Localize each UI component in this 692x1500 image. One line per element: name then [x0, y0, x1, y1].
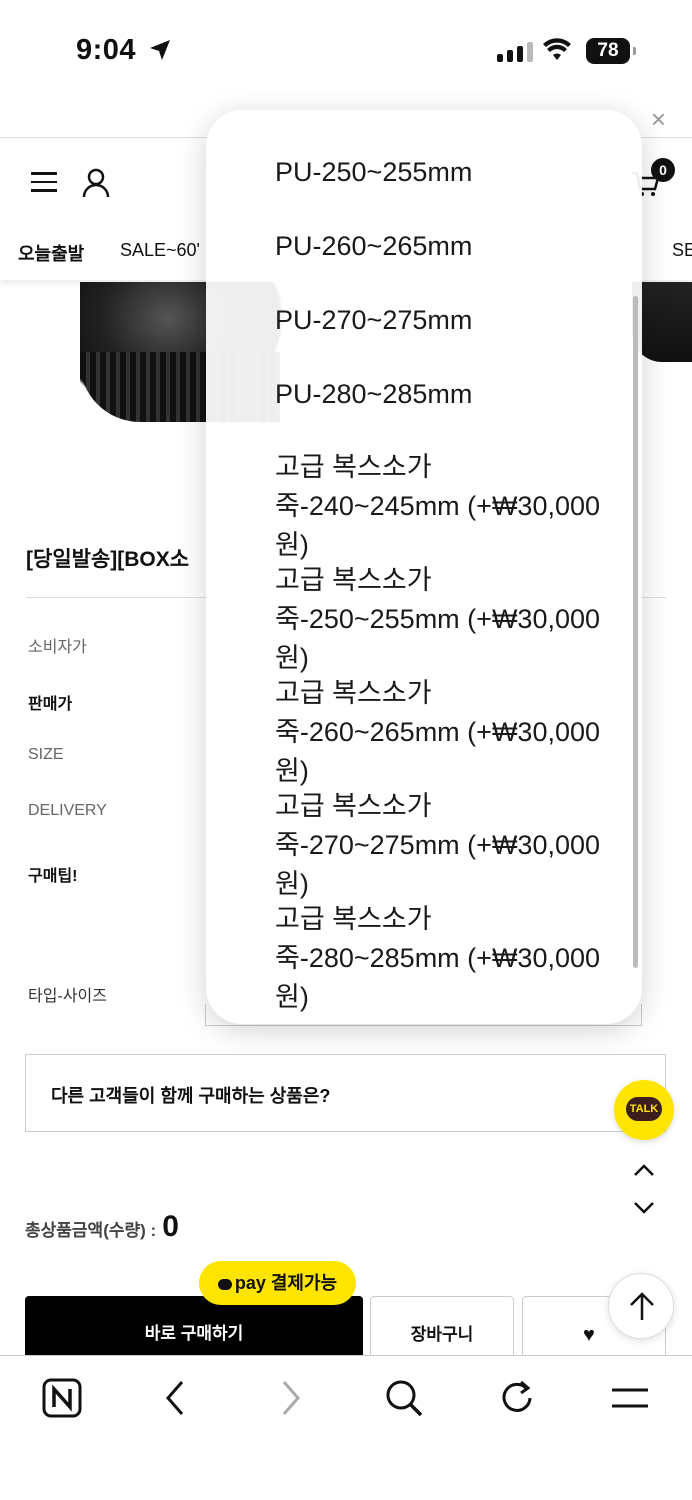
total-amount: 총상품금액(수량) : 0	[25, 1210, 179, 1244]
arrow-up-icon	[630, 1292, 654, 1320]
browser-toolbar	[0, 1355, 692, 1500]
option-item[interactable]: PU-260~265mm	[206, 210, 642, 284]
size-option-dropdown: PU-240~245mm PU-250~255mm PU-260~265mm P…	[206, 110, 642, 1024]
recommend-box[interactable]: 다른 고객들이 함께 구매하는 상품은?	[25, 1054, 666, 1132]
location-arrow-icon	[150, 40, 170, 60]
search-icon[interactable]	[384, 1378, 424, 1418]
nav-item-more[interactable]: SE	[672, 240, 692, 261]
option-item[interactable]: 고급 복스소가죽-280~285mm (+₩30,000원)	[206, 884, 642, 1012]
option-item[interactable]: PU-240~245mm	[206, 110, 642, 136]
option-item[interactable]: 고급 복스소가죽-250~255mm (+₩30,000원)	[206, 545, 642, 673]
battery-indicator: 78	[586, 38, 636, 64]
sale-price-label: 판매가	[28, 696, 73, 713]
wifi-icon	[543, 38, 571, 60]
chevron-down-icon[interactable]	[632, 1200, 656, 1216]
option-item[interactable]: 고급 복스소가죽-240~245mm (+₩30,000원)	[206, 432, 642, 560]
menu-lines-icon[interactable]	[610, 1378, 650, 1418]
option-item[interactable]: PU-270~275mm	[206, 284, 642, 358]
hamburger-icon[interactable]	[31, 172, 57, 192]
option-item[interactable]: PU-280~285mm	[206, 358, 642, 432]
option-item[interactable]: 고급 복스소가죽-270~275mm (+₩30,000원)	[206, 771, 642, 899]
scroll-top-button[interactable]	[608, 1273, 674, 1339]
consumer-price-label: 소비자가	[28, 639, 87, 656]
total-value: 0	[162, 1210, 179, 1243]
recommend-text: 다른 고객들이 함께 구매하는 상품은?	[51, 1086, 331, 1106]
reload-icon[interactable]	[497, 1378, 537, 1418]
option-item[interactable]: 고급 복스소가죽-260~265mm (+₩30,000원)	[206, 658, 642, 786]
nav-item-sale[interactable]: SALE~60'	[120, 240, 200, 261]
option-list: PU-240~245mm PU-250~255mm PU-260~265mm P…	[206, 110, 642, 1012]
dropdown-scrollbar[interactable]	[633, 296, 638, 968]
option-item[interactable]: PU-250~255mm	[206, 136, 642, 210]
type-size-label: 타입-사이즈	[28, 988, 107, 1005]
naver-n-icon[interactable]	[42, 1378, 82, 1418]
product-title: [당일발송][BOX소	[26, 548, 190, 571]
chevron-left-icon[interactable]	[162, 1378, 188, 1418]
talk-label: TALK	[626, 1097, 662, 1121]
user-icon[interactable]	[82, 168, 110, 198]
size-label: SIZE	[28, 746, 64, 763]
chevron-up-icon[interactable]	[632, 1162, 656, 1178]
cart-badge: 0	[651, 158, 675, 182]
total-label: 총상품금액(수량) :	[25, 1221, 157, 1240]
close-icon[interactable]: ×	[651, 104, 666, 135]
heart-icon: ♥	[583, 1324, 595, 1346]
pay-label: pay 결제가능	[234, 1273, 338, 1293]
signal-icon	[497, 42, 533, 62]
status-time: 9:04	[76, 34, 137, 66]
status-bar: 9:04 78	[0, 0, 692, 100]
chevron-right-icon[interactable]	[278, 1378, 304, 1418]
kakao-talk-button[interactable]: TALK	[614, 1080, 674, 1140]
tip-label: 구매팁!	[28, 868, 78, 885]
kakao-pay-badge: pay 결제가능	[199, 1261, 356, 1305]
delivery-label: DELIVERY	[28, 802, 107, 819]
nav-item-today[interactable]: 오늘출발	[18, 240, 84, 266]
